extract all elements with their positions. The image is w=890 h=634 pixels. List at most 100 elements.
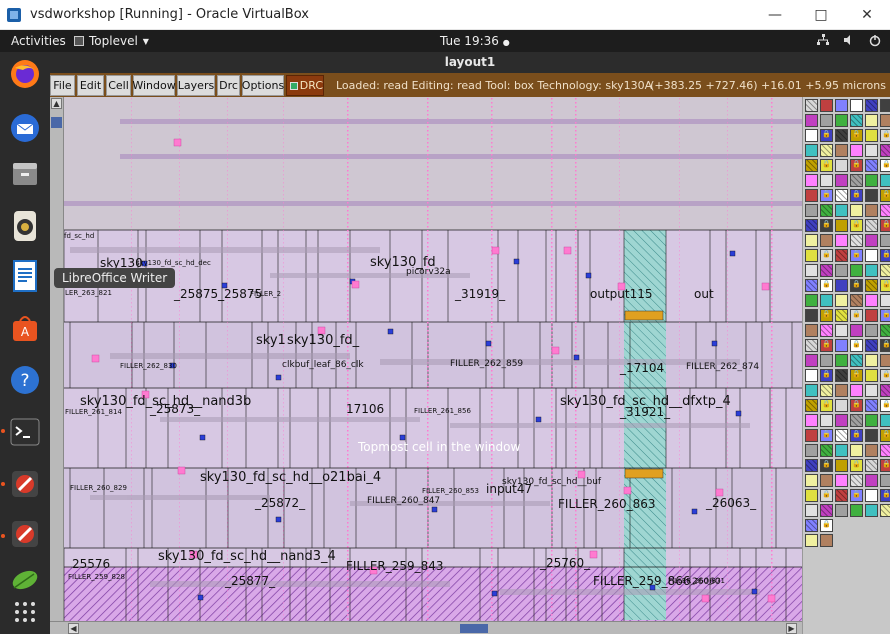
layer-swatch[interactable]: [880, 144, 890, 157]
layer-swatch[interactable]: [835, 234, 848, 247]
layer-swatch[interactable]: [835, 144, 848, 157]
layer-swatch[interactable]: [865, 324, 878, 337]
activities-button[interactable]: Activities: [11, 34, 66, 48]
layer-swatch[interactable]: [850, 204, 863, 217]
layer-swatch[interactable]: 🔒: [820, 429, 833, 442]
layer-swatch[interactable]: [865, 249, 878, 262]
layer-swatch[interactable]: [850, 234, 863, 247]
layer-swatch[interactable]: [805, 489, 818, 502]
layer-swatch[interactable]: [835, 429, 848, 442]
layer-swatch[interactable]: [835, 384, 848, 397]
layer-swatch[interactable]: [865, 474, 878, 487]
layer-swatch[interactable]: [805, 144, 818, 157]
layer-swatch[interactable]: [835, 204, 848, 217]
layer-swatch[interactable]: [880, 504, 890, 517]
layer-swatch[interactable]: [835, 99, 848, 112]
layer-swatch[interactable]: 🔒: [880, 249, 890, 262]
app-menu[interactable]: Toplevel ▼: [74, 34, 149, 48]
layer-swatch[interactable]: [820, 384, 833, 397]
menu-drc[interactable]: Drc: [217, 75, 240, 96]
layer-swatch[interactable]: [865, 399, 878, 412]
layer-swatch[interactable]: 🔒: [820, 399, 833, 412]
layer-swatch[interactable]: [880, 354, 890, 367]
layer-swatch[interactable]: [820, 234, 833, 247]
layer-swatch[interactable]: 🔒: [820, 459, 833, 472]
layer-swatch[interactable]: [850, 354, 863, 367]
layer-swatch[interactable]: [865, 294, 878, 307]
layer-swatch[interactable]: [880, 444, 890, 457]
layer-swatch[interactable]: 🔒: [880, 219, 890, 232]
layer-swatch[interactable]: [880, 474, 890, 487]
layer-swatch[interactable]: [805, 369, 818, 382]
layer-swatch[interactable]: [880, 234, 890, 247]
layer-swatch[interactable]: 🔒: [880, 489, 890, 502]
layer-swatch[interactable]: [835, 294, 848, 307]
layer-swatch[interactable]: [835, 504, 848, 517]
layer-swatch[interactable]: [820, 294, 833, 307]
layer-swatch[interactable]: [835, 249, 848, 262]
layer-swatch[interactable]: 🔒: [880, 399, 890, 412]
layer-swatch[interactable]: [805, 129, 818, 142]
menu-window[interactable]: Window: [132, 75, 176, 96]
layer-swatch[interactable]: [805, 99, 818, 112]
layer-swatch[interactable]: 🔒: [850, 339, 863, 352]
layer-swatch[interactable]: [820, 174, 833, 187]
layer-swatch[interactable]: [835, 399, 848, 412]
layer-swatch[interactable]: [835, 174, 848, 187]
menu-cell[interactable]: Cell: [106, 75, 131, 96]
layer-swatch[interactable]: [880, 324, 890, 337]
layer-swatch[interactable]: [805, 279, 818, 292]
layer-swatch[interactable]: [805, 399, 818, 412]
layer-swatch[interactable]: [865, 279, 878, 292]
clock[interactable]: Tue 19:36 ●: [440, 34, 510, 48]
layer-swatch[interactable]: 🔒: [880, 279, 890, 292]
layer-swatch[interactable]: [835, 444, 848, 457]
layer-swatch[interactable]: [880, 384, 890, 397]
layer-swatch[interactable]: [865, 114, 878, 127]
layer-swatch[interactable]: [805, 354, 818, 367]
layer-swatch[interactable]: 🔒: [820, 489, 833, 502]
layer-swatch[interactable]: [850, 144, 863, 157]
layer-swatch[interactable]: [850, 174, 863, 187]
layer-swatch[interactable]: [835, 309, 848, 322]
layer-swatch[interactable]: 🔒: [820, 189, 833, 202]
menu-file[interactable]: File: [50, 75, 75, 96]
menu-edit[interactable]: Edit: [77, 75, 104, 96]
layer-swatch[interactable]: 🔒: [820, 129, 833, 142]
system-tray[interactable]: [816, 33, 882, 47]
layer-swatch[interactable]: [835, 114, 848, 127]
layer-swatch[interactable]: 🔒: [820, 369, 833, 382]
layer-swatch[interactable]: [820, 204, 833, 217]
layout-canvas[interactable]: fd_sc_hd sky130 sky130_fd_sc_hd_dec sky130_…: [50, 97, 802, 621]
dock-blocked-app[interactable]: [7, 516, 43, 552]
layer-swatch[interactable]: [850, 384, 863, 397]
layer-swatch[interactable]: [850, 414, 863, 427]
layer-swatch[interactable]: [880, 114, 890, 127]
dock-rhythmbox[interactable]: [7, 208, 43, 244]
layer-swatch[interactable]: [820, 444, 833, 457]
layer-swatch[interactable]: [805, 204, 818, 217]
layer-swatch[interactable]: [850, 474, 863, 487]
dock-show-apps[interactable]: [7, 594, 43, 630]
layer-swatch[interactable]: 🔒: [850, 159, 863, 172]
layer-swatch[interactable]: 🔒: [880, 369, 890, 382]
layer-swatch[interactable]: 🔒: [880, 459, 890, 472]
layer-swatch[interactable]: 🔒: [850, 369, 863, 382]
dock-blocked-app[interactable]: [7, 466, 43, 502]
layer-swatch[interactable]: 🔒: [880, 189, 890, 202]
dock-help[interactable]: ?: [7, 362, 43, 398]
layer-palette[interactable]: 🔒 🔒 🔒 🔒 🔒 🔒 🔒 🔒 🔒 🔒 🔒 🔒 🔒 🔒 🔒 🔒 🔒 🔒 🔒 🔒 🔒 🔒 🔒 🔒 🔒 🔒 🔒 🔒 🔒 🔒 🔒 🔒 🔒 🔒 🔒 🔒 🔒 🔒 🔒 🔒: [802, 97, 890, 634]
layer-swatch[interactable]: 🔒: [850, 219, 863, 232]
layer-swatch[interactable]: [880, 99, 890, 112]
layer-swatch[interactable]: [835, 354, 848, 367]
layer-swatch[interactable]: [805, 429, 818, 442]
layer-swatch[interactable]: [865, 339, 878, 352]
layer-swatch[interactable]: [805, 459, 818, 472]
menu-options[interactable]: Options: [242, 75, 284, 96]
layer-swatch[interactable]: [835, 264, 848, 277]
layer-swatch[interactable]: [865, 219, 878, 232]
layer-swatch[interactable]: [805, 114, 818, 127]
layer-swatch[interactable]: 🔒: [880, 339, 890, 352]
layer-swatch[interactable]: [805, 174, 818, 187]
layer-swatch[interactable]: 🔒: [820, 279, 833, 292]
